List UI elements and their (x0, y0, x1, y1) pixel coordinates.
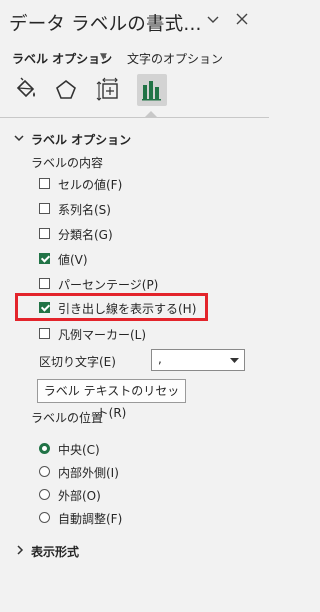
size-properties-icon[interactable] (95, 76, 123, 104)
checkbox-label[interactable]: 系列名(S) (58, 201, 111, 218)
divider (0, 117, 269, 118)
checkbox-label[interactable]: 引き出し線を表示する(H) (58, 300, 196, 317)
label-options-icon[interactable] (137, 74, 167, 106)
separator-value: , (158, 352, 162, 366)
contents-heading: ラベルの内容 (31, 156, 104, 170)
tab-label-options[interactable]: ラベル オプション (12, 50, 112, 67)
checkbox-label[interactable]: パーセンテージ(P) (58, 276, 158, 293)
radio-inside-end[interactable] (39, 466, 50, 477)
radio-best-fit[interactable] (39, 512, 50, 523)
checkbox-series-name[interactable] (39, 203, 50, 214)
section-label-options[interactable]: ラベル オプション (31, 131, 131, 148)
caret-down-icon[interactable]: ▼ (100, 52, 107, 62)
checkbox-category-name[interactable] (39, 228, 50, 239)
checkbox-percentage[interactable] (39, 278, 50, 289)
separator-dropdown[interactable]: , (151, 349, 245, 371)
section-number-format[interactable]: 表示形式 (31, 543, 79, 560)
checkbox-label[interactable]: 分類名(G) (58, 226, 113, 243)
collapsed-chevron-icon[interactable] (15, 545, 25, 558)
separator-label: 区切り文字(E) (39, 355, 116, 369)
radio-center[interactable] (39, 443, 50, 454)
position-heading: ラベルの位置 (31, 411, 104, 425)
checkbox-legend-key[interactable] (39, 328, 50, 339)
effects-icon[interactable] (52, 76, 80, 104)
checkbox-label[interactable]: 凡例マーカー(L) (58, 326, 146, 343)
radio-outside-end[interactable] (39, 489, 50, 500)
radio-label[interactable]: 中央(C) (58, 441, 100, 458)
dropdown-arrow-icon[interactable] (230, 354, 239, 368)
radio-label[interactable]: 外部(O) (58, 487, 101, 504)
chevron-down-icon[interactable] (206, 12, 220, 30)
checkbox-cell-value[interactable] (39, 178, 50, 189)
radio-label[interactable]: 自動調整(F) (58, 510, 122, 527)
checkbox-label[interactable]: セルの値(F) (58, 176, 122, 193)
radio-label[interactable]: 内部外側(I) (58, 464, 119, 481)
expand-chevron-icon[interactable] (14, 133, 24, 146)
checkbox-value[interactable] (39, 253, 50, 264)
fill-line-icon[interactable] (12, 76, 40, 104)
tab-text-options[interactable]: 文字のオプション (127, 50, 223, 67)
pane-title: データ ラベルの書式... (9, 14, 202, 35)
reset-label-text-button[interactable]: ラベル テキストのリセット(R) (37, 379, 186, 420)
checkbox-leader-lines[interactable] (39, 302, 50, 313)
checkbox-label[interactable]: 値(V) (58, 251, 88, 268)
close-icon[interactable] (235, 12, 249, 30)
